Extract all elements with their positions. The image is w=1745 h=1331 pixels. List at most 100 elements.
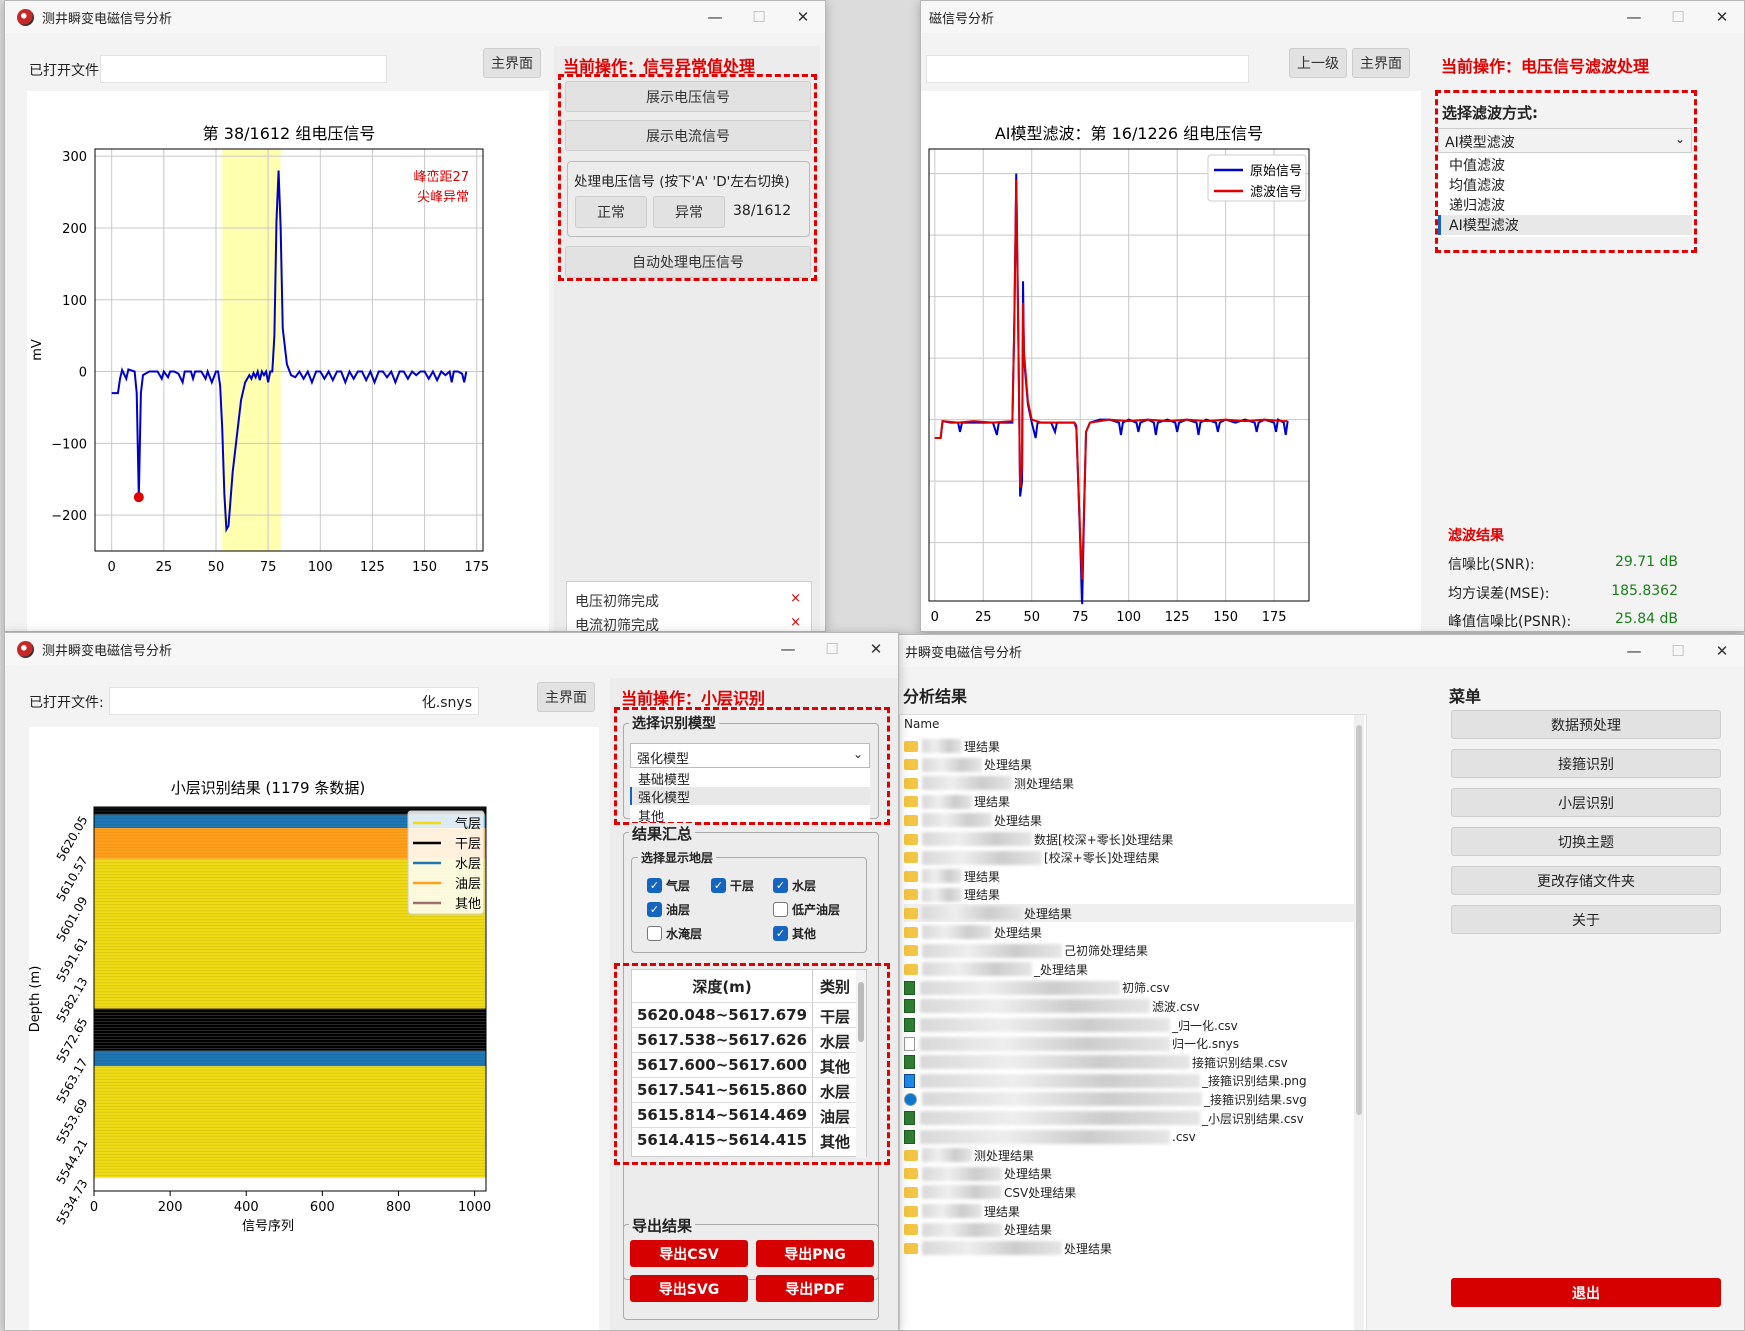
close-icon[interactable]: ✕: [1700, 8, 1744, 26]
layer-checkbox[interactable]: ✓ 气层: [647, 877, 690, 894]
table-row[interactable]: 5615.814~5614.469 油层: [632, 1102, 858, 1127]
close-icon[interactable]: ✕: [781, 8, 825, 26]
filter-option[interactable]: 均值滤波: [1449, 175, 1505, 195]
maximize-icon[interactable]: ☐: [810, 640, 854, 658]
data-preprocess-button[interactable]: 数据预处理: [1451, 710, 1721, 739]
main-menu-button[interactable]: 主界面: [1352, 48, 1410, 78]
checkbox-checked-icon[interactable]: ✓: [647, 878, 662, 893]
model-option-selected[interactable]: 强化模型: [630, 787, 870, 806]
checkbox-checked-icon[interactable]: ✓: [773, 878, 788, 893]
maximize-icon[interactable]: ☐: [1656, 642, 1700, 660]
layer-checkbox[interactable]: ✓ 油层: [647, 901, 690, 918]
change-folder-button[interactable]: 更改存储文件夹: [1451, 866, 1721, 895]
tree-item[interactable]: 理结果: [904, 867, 1000, 885]
export-png-button[interactable]: 导出PNG: [756, 1240, 874, 1267]
folder-icon: [904, 889, 918, 901]
filter-option[interactable]: 递归滤波: [1449, 195, 1505, 215]
tree-item[interactable]: 测处理结果: [904, 774, 1074, 792]
tree-item[interactable]: _小层识别结果.csv: [904, 1109, 1304, 1127]
auto-process-button[interactable]: 自动处理电压信号: [565, 246, 811, 278]
tree-item[interactable]: 处理结果: [904, 1221, 1052, 1239]
tree-item[interactable]: 滤波.csv: [904, 997, 1200, 1015]
tree-item[interactable]: 处理结果: [904, 1165, 1052, 1183]
checkbox-checked-icon[interactable]: ✓: [647, 902, 662, 917]
tree-item[interactable]: 处理结果: [904, 923, 1042, 941]
show-voltage-button[interactable]: 展示电压信号: [565, 81, 811, 112]
tree-item[interactable]: 数据[校深+零长]处理结果: [904, 830, 1173, 848]
minimize-icon[interactable]: —: [766, 640, 810, 658]
normal-button[interactable]: 正常: [575, 196, 647, 228]
coupling-identify-button[interactable]: 接箍识别: [1451, 749, 1721, 778]
tree-scroll-thumb[interactable]: [1356, 725, 1362, 1115]
tree-item[interactable]: _接箍识别结果.svg: [904, 1090, 1307, 1108]
tree-item[interactable]: 接箍识别结果.csv: [904, 1053, 1288, 1071]
main-menu-button[interactable]: 主界面: [483, 48, 541, 78]
tree-item[interactable]: _接箍识别结果.png: [904, 1072, 1307, 1090]
file-tree[interactable]: Name 理结果 处理结果 测处理结果 理结果 处理结果 数据[校深+零长]处理结果 [校深…: [899, 714, 1367, 1330]
main-menu-button[interactable]: 主界面: [537, 682, 595, 712]
tree-item[interactable]: _归一化.csv: [904, 1016, 1238, 1034]
filter-method-select[interactable]: AI模型滤波 ⌄: [1438, 128, 1692, 153]
table-scroll-thumb[interactable]: [858, 982, 864, 1042]
checkbox-empty-icon[interactable]: [773, 902, 788, 917]
minimize-icon[interactable]: —: [1612, 642, 1656, 660]
result-table[interactable]: 深度(m) 类别 5620.048~5617.679 干层 5617.538~561…: [631, 969, 867, 1158]
tree-item[interactable]: 处理结果: [904, 1239, 1112, 1257]
folder-icon: [904, 833, 918, 845]
close-icon[interactable]: ✕: [1700, 642, 1744, 660]
switch-theme-button[interactable]: 切换主题: [1451, 827, 1721, 856]
tree-item[interactable]: 己初筛处理结果: [904, 942, 1148, 960]
maximize-icon[interactable]: ☐: [737, 8, 781, 26]
about-button[interactable]: 关于: [1451, 905, 1721, 934]
layer-checkbox[interactable]: ✓ 其他: [773, 925, 816, 942]
tree-item[interactable]: 归一化.snys: [904, 1035, 1239, 1053]
tree-item[interactable]: 处理结果: [904, 904, 1354, 923]
export-csv-button[interactable]: 导出CSV: [630, 1240, 748, 1267]
tree-item[interactable]: 处理结果: [904, 811, 1042, 829]
back-button[interactable]: 上一级: [1289, 48, 1347, 78]
tree-item[interactable]: 测处理结果: [904, 1146, 1034, 1164]
table-row[interactable]: 5620.048~5617.679 干层: [632, 1002, 858, 1027]
show-current-button[interactable]: 展示电流信号: [565, 120, 811, 151]
table-row[interactable]: 5617.600~5617.600 其他: [632, 1052, 858, 1077]
depth-header[interactable]: 深度(m): [632, 976, 812, 997]
tree-item[interactable]: 理结果: [904, 886, 1000, 904]
table-row[interactable]: 5617.538~5617.626 水层: [632, 1027, 858, 1052]
layer-checkbox[interactable]: 低产油层: [773, 901, 840, 918]
filter-option-selected[interactable]: AI模型滤波: [1438, 215, 1692, 235]
checkbox-empty-icon[interactable]: [647, 926, 662, 941]
table-row[interactable]: 5614.415~5614.415 其他: [632, 1127, 858, 1152]
tree-item[interactable]: _处理结果: [904, 960, 1088, 978]
tree-item[interactable]: 理结果: [904, 737, 1000, 755]
model-select[interactable]: 强化模型 ⌄: [630, 743, 870, 768]
x-tick-label: 1000: [458, 1200, 491, 1215]
tree-item[interactable]: 理结果: [904, 1202, 1020, 1220]
tree-item[interactable]: 初筛.csv: [904, 979, 1170, 997]
abnormal-button[interactable]: 异常: [653, 196, 725, 228]
exit-button[interactable]: 退出: [1451, 1278, 1721, 1307]
tree-item[interactable]: 理结果: [904, 793, 1010, 811]
tree-item[interactable]: [校深+零长]处理结果: [904, 849, 1159, 867]
model-option[interactable]: 基础模型: [638, 769, 690, 788]
layer-identify-button[interactable]: 小层识别: [1451, 788, 1721, 817]
table-row[interactable]: 5617.541~5615.860 水层: [632, 1077, 858, 1102]
minimize-icon[interactable]: —: [693, 8, 737, 26]
maximize-icon[interactable]: ☐: [1656, 8, 1700, 26]
layer-checkbox[interactable]: ✓ 水层: [773, 877, 816, 894]
tree-item[interactable]: .csv: [904, 1128, 1196, 1146]
filter-option[interactable]: 中值滤波: [1449, 155, 1505, 175]
name-column-header[interactable]: Name: [904, 717, 939, 731]
export-svg-button[interactable]: 导出SVG: [630, 1275, 748, 1302]
checkbox-checked-icon[interactable]: ✓: [773, 926, 788, 941]
tree-scrollbar[interactable]: [1354, 715, 1364, 1330]
class-header[interactable]: 类别: [812, 976, 858, 997]
tree-item[interactable]: 处理结果: [904, 756, 1032, 774]
export-pdf-button[interactable]: 导出PDF: [756, 1275, 874, 1302]
table-scrollbar[interactable]: [856, 970, 866, 1158]
layer-checkbox[interactable]: ✓ 干层: [711, 877, 754, 894]
tree-item[interactable]: CSV处理结果: [904, 1183, 1076, 1201]
layer-checkbox[interactable]: 水淹层: [647, 925, 702, 942]
close-icon[interactable]: ✕: [854, 640, 898, 658]
checkbox-checked-icon[interactable]: ✓: [711, 878, 726, 893]
minimize-icon[interactable]: —: [1612, 8, 1656, 26]
